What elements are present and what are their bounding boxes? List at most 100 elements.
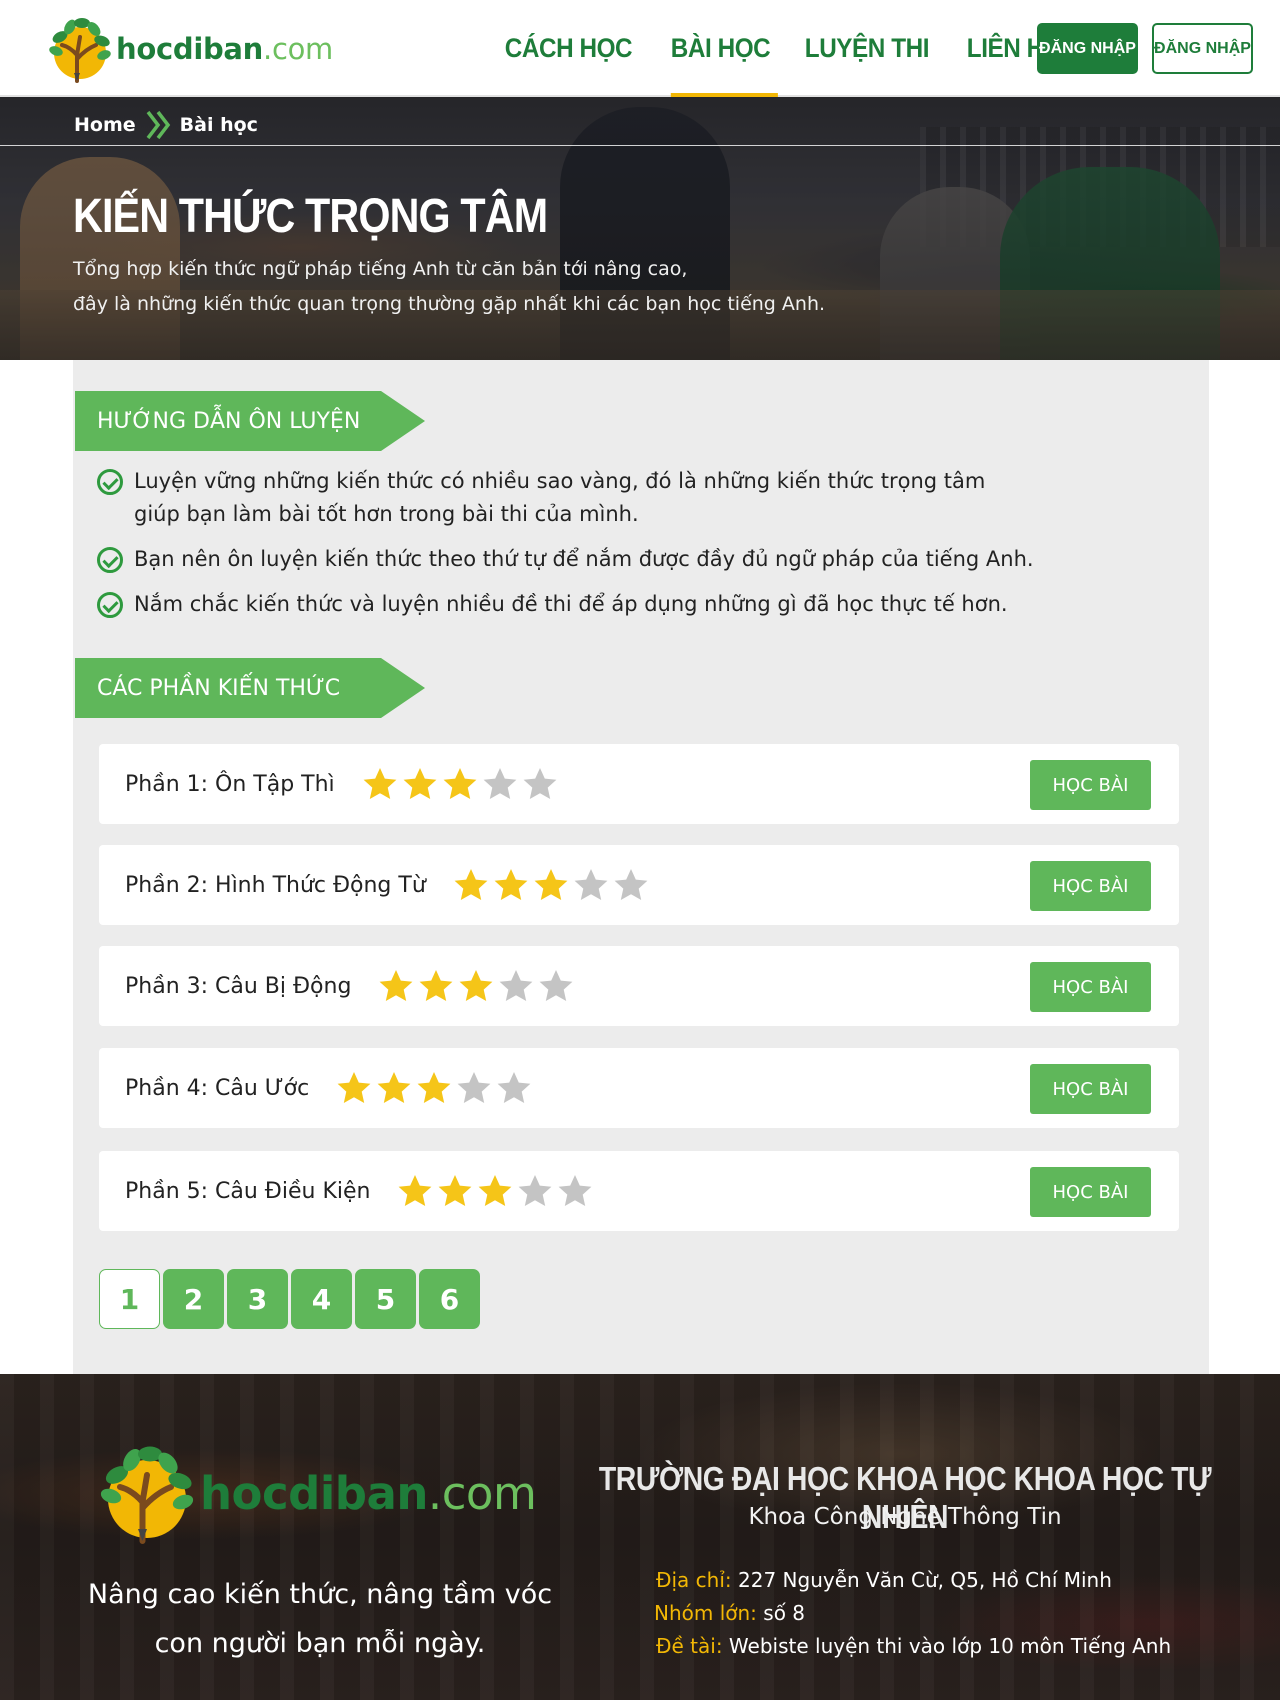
guide-item: Luyện vững những kiến thức có nhiều sao … [97,465,1077,531]
hero-banner: Home Bài học KIẾN THỨC TRỌNG TÂM Tổng hợ… [0,97,1280,360]
star-empty-icon [483,768,517,799]
star-rating [361,766,561,802]
star-filled-icon [399,1175,432,1206]
footer-slogan-line: con người bạn mỗi ngày. [154,1628,486,1659]
nav-item-bai-hoc[interactable]: BÀI HỌC [660,0,781,97]
guide-item-text: Bạn nên ôn luyện kiến thức theo thứ tự đ… [134,547,1034,571]
lesson-row: Phần 3: Câu Bị Động HỌC BÀI [99,946,1179,1026]
study-button[interactable]: HỌC BÀI [1030,760,1151,810]
page-button-3[interactable]: 3 [227,1269,288,1329]
footer-topic: Đề tài: Webiste luyện thi vào lớp 10 môn… [656,1630,1171,1663]
lesson-title-text: Phần 5: Câu Điều Kiện [125,1178,371,1204]
star-filled-icon [380,970,413,1001]
guide-item: Bạn nên ôn luyện kiến thức theo thứ tự đ… [97,543,1077,576]
login-button-solid[interactable]: ĐĂNG NHẬP [1037,23,1138,74]
sections-heading: CÁC PHẦN KIẾN THỨC [75,658,381,718]
guide-heading: HƯỚNG DẪN ÔN LUYỆN [75,391,381,451]
page-button-2[interactable]: 2 [163,1269,224,1329]
study-button[interactable]: HỌC BÀI [1030,1167,1151,1217]
lesson-title-text: Phần 3: Câu Bị Động [125,973,352,999]
nav-item-luyen-thi[interactable]: LUYỆN THI [794,0,940,97]
footer-address: Địa chỉ: 227 Nguyễn Văn Cừ, Q5, Hồ Chí M… [656,1564,1171,1597]
star-filled-icon [363,768,397,799]
login-button-outline[interactable]: ĐĂNG NHẬP [1152,23,1253,74]
logo[interactable]: hocdiban.com [46,14,333,84]
lesson-row: Phần 4: Câu Ước HỌC BÀI [99,1048,1179,1128]
footer-slogan-line: Nâng cao kiến thức, nâng tầm vóc [87,1579,553,1610]
guide-list: Luyện vững những kiến thức có nhiều sao … [97,465,1077,633]
star-rating [452,867,652,903]
breadcrumb-current: Bài học [179,114,258,136]
footer-group: Nhóm lớn: số 8 [654,1597,1171,1630]
star-rating [335,1070,535,1106]
page-button-6[interactable]: 6 [419,1269,480,1329]
ribbon-arrow [381,658,425,718]
star-rating [377,968,577,1004]
star-filled-icon [534,869,568,900]
footer-topic-value: Webiste luyện thi vào lớp 10 môn Tiếng A… [728,1634,1172,1658]
star-empty-icon [500,970,533,1001]
tree-logo-icon [49,18,111,83]
footer-logo-text: hocdiban.com [200,1466,537,1520]
page-button-1[interactable]: 1 [99,1269,160,1329]
star-empty-icon [614,869,648,900]
lesson-row: Phần 1: Ôn Tập Thì HỌC BÀI [99,744,1179,824]
star-filled-icon [337,1072,371,1103]
main-content: HƯỚNG DẪN ÔN LUYỆN Luyện vững những kiến… [73,360,1209,1374]
lesson-title: Phần 1: Ôn Tập Thì [125,744,561,824]
study-button[interactable]: HỌC BÀI [1030,861,1151,911]
breadcrumb-home[interactable]: Home [74,114,136,136]
footer-slogan: Nâng cao kiến thức, nâng tầm vóc con ngư… [70,1570,570,1668]
star-empty-icon [574,869,608,900]
study-button[interactable]: HỌC BÀI [1030,1064,1151,1114]
guide-item-text: Luyện vững những kiến thức có nhiều sao … [134,469,986,526]
site-footer: hocdiban.com Nâng cao kiến thức, nâng tầ… [0,1374,1280,1700]
guide-item-text: Nắm chắc kiến thức và luyện nhiều đề thi… [134,592,1008,616]
site-header: hocdiban.com CÁCH HỌC BÀI HỌC LUYỆN THI … [0,0,1280,97]
lesson-title: Phần 3: Câu Bị Động [125,946,577,1026]
pagination: 123456 [99,1269,483,1329]
check-circle-icon [97,592,123,618]
star-empty-icon [519,1175,552,1206]
star-empty-icon [457,1072,491,1103]
lesson-row: Phần 5: Câu Điều Kiện HỌC BÀI [99,1151,1179,1231]
breadcrumb: Home Bài học [74,110,258,140]
star-filled-icon [454,869,488,900]
lesson-title-text: Phần 4: Câu Ước [125,1075,310,1101]
guide-item: Nắm chắc kiến thức và luyện nhiều đề thi… [97,588,1077,621]
lesson-title-text: Phần 1: Ôn Tập Thì [125,771,335,797]
star-filled-icon [420,970,453,1001]
star-filled-icon [377,1072,411,1103]
footer-topic-label: Đề tài: [656,1634,723,1658]
footer-logo[interactable]: hocdiban.com [96,1442,537,1544]
footer-address-label: Địa chỉ: [656,1568,732,1592]
check-circle-icon [97,469,123,495]
main-nav: CÁCH HỌC BÀI HỌC LUYỆN THI LIÊN HỆ [494,0,1083,97]
footer-group-label: Nhóm lớn: [654,1601,757,1625]
star-filled-icon [403,768,437,799]
star-empty-icon [497,1072,531,1103]
guide-heading-ribbon: HƯỚNG DẪN ÔN LUYỆN [75,391,425,451]
double-chevron-right-icon [146,110,170,140]
page-button-4[interactable]: 4 [291,1269,352,1329]
lesson-title: Phần 4: Câu Ước [125,1048,535,1128]
logo-text: hocdiban.com [116,32,334,66]
star-filled-icon [479,1175,512,1206]
page-button-5[interactable]: 5 [355,1269,416,1329]
tree-logo-icon [100,1446,194,1544]
sections-heading-ribbon: CÁC PHẦN KIẾN THỨC [75,658,425,718]
nav-item-cach-hoc[interactable]: CÁCH HỌC [494,0,643,97]
lesson-title-text: Phần 2: Hình Thức Động Từ [125,872,426,898]
star-filled-icon [494,869,528,900]
star-empty-icon [523,768,557,799]
footer-faculty: Khoa Công Nghệ Thông Tin [748,1504,1062,1530]
star-filled-icon [439,1175,472,1206]
page-description-line: Tổng hợp kiến thức ngữ pháp tiếng Anh từ… [73,258,688,280]
footer-group-value: số 8 [763,1601,806,1625]
star-filled-icon [417,1072,451,1103]
study-button[interactable]: HỌC BÀI [1030,962,1151,1012]
lesson-row: Phần 2: Hình Thức Động Từ HỌC BÀI [99,845,1179,925]
page-description-line: đây là những kiến thức quan trọng thường… [73,293,826,315]
ribbon-arrow [381,391,425,451]
star-empty-icon [540,970,573,1001]
